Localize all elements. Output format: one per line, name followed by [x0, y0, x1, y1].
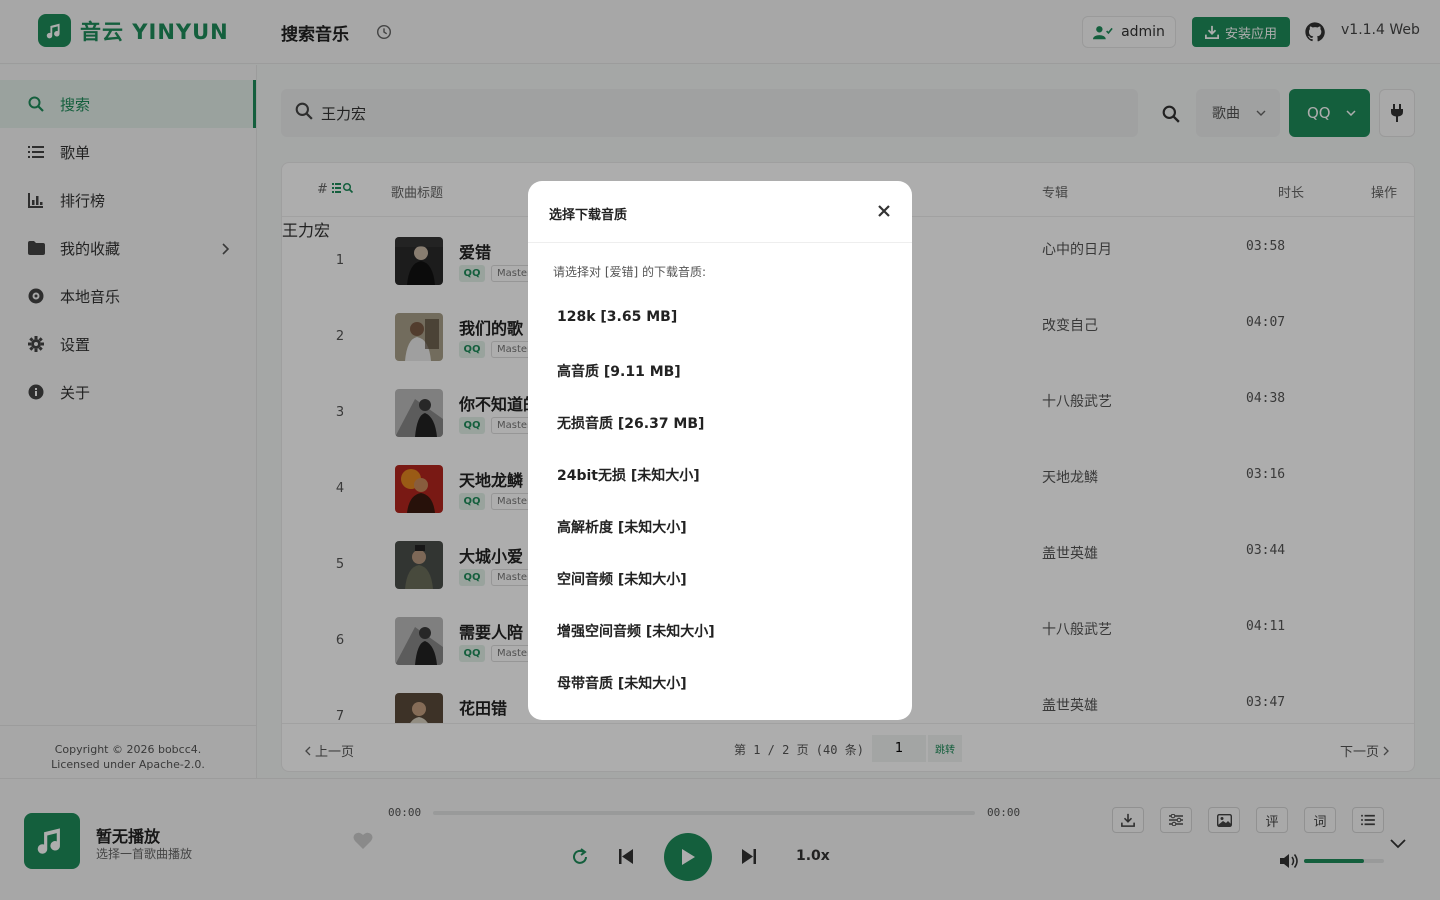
quality-option[interactable]: 母带音质 [未知大小]: [557, 673, 687, 693]
close-icon[interactable]: [876, 203, 892, 219]
quality-option[interactable]: 增强空间音频 [未知大小]: [557, 621, 715, 641]
quality-option[interactable]: 128k [3.65 MB]: [557, 309, 677, 325]
quality-option[interactable]: 高解析度 [未知大小]: [557, 517, 687, 537]
download-quality-dialog: 选择下载音质 请选择对 [爱错] 的下载音质: 128k [3.65 MB] 高…: [528, 181, 912, 720]
dialog-header: 选择下载音质: [528, 181, 912, 243]
quality-option[interactable]: 高音质 [9.11 MB]: [557, 361, 681, 381]
quality-option[interactable]: 空间音频 [未知大小]: [557, 569, 687, 589]
quality-option[interactable]: 24bit无损 [未知大小]: [557, 465, 700, 485]
quality-option[interactable]: 无损音质 [26.37 MB]: [557, 413, 704, 433]
dialog-description: 请选择对 [爱错] 的下载音质:: [553, 265, 707, 279]
dialog-title: 选择下载音质: [549, 208, 628, 223]
